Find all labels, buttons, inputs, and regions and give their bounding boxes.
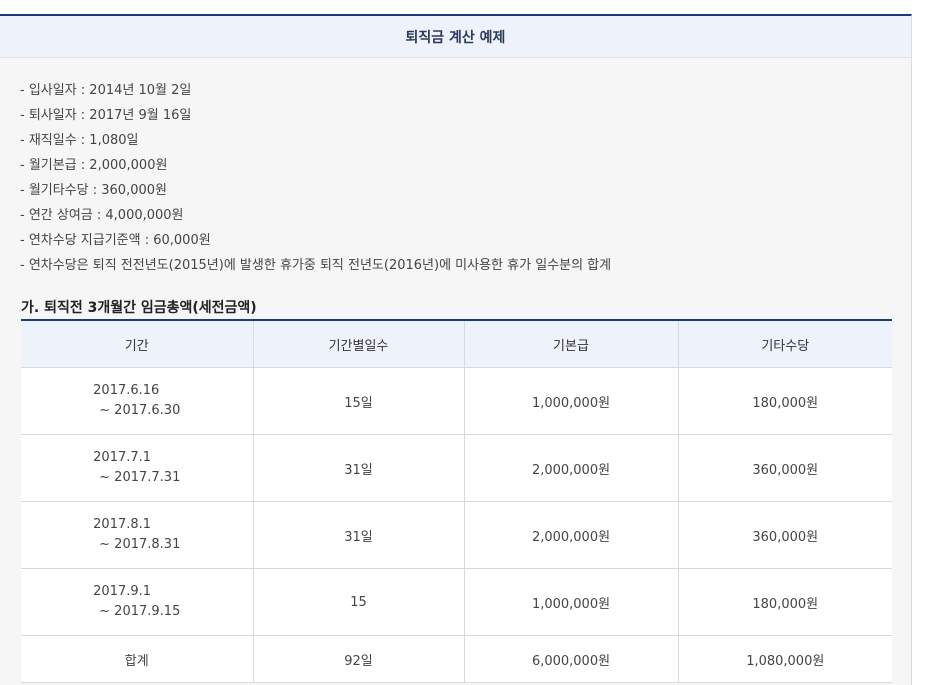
info-monthly-base: - 월기본급 : 2,000,000원: [20, 158, 168, 173]
example-panel: 퇴직금 계산 예제 - 입사일자 : 2014년 10월 2일 - 퇴사일자 :…: [0, 14, 912, 685]
table-total-row: 합계 92일 6,000,000원 1,080,000원: [21, 635, 892, 683]
info-hire-date: - 입사일자 : 2014년 10월 2일: [20, 83, 192, 98]
base-pay-cell: 1,000,000원: [464, 367, 679, 435]
period-cell: 2017.8.1 ~ 2017.8.31: [21, 501, 254, 569]
header-other-allowance: 기타수당: [678, 320, 892, 368]
header-days: 기간별일수: [253, 320, 465, 368]
info-leave-allowance-note: - 연차수당은 퇴직 전전년도(2015년)에 발생한 휴가중 퇴직 전년도(2…: [20, 258, 612, 273]
wage-table: 기간 기간별일수 기본급 기타수당 2017.6.16 ~ 2017.6.30 1…: [21, 319, 892, 683]
info-monthly-other: - 월기타수당 : 360,000원: [20, 183, 167, 198]
days-cell: 31일: [253, 501, 465, 569]
days-cell: 31일: [253, 434, 465, 502]
base-pay-cell: 2,000,000원: [464, 434, 679, 502]
period-end: ~ 2017.9.15: [99, 604, 181, 619]
table-row: 2017.9.1 ~ 2017.9.15 15 1,000,000원 180,00…: [21, 568, 892, 636]
table-row: 2017.7.1 ~ 2017.7.31 31일 2,000,000원 360,0…: [21, 434, 892, 502]
total-other-allowance: 1,080,000원: [678, 635, 892, 683]
period-start: 2017.6.16: [93, 383, 160, 398]
other-allowance-cell: 360,000원: [678, 501, 892, 569]
base-pay-cell: 1,000,000원: [464, 568, 679, 636]
section-title: 가. 퇴직전 3개월간 임금총액(세전금액): [21, 300, 257, 316]
period-cell: 2017.9.1 ~ 2017.9.15: [21, 568, 254, 636]
period-cell: 2017.6.16 ~ 2017.6.30: [21, 367, 254, 435]
info-annual-bonus: - 연간 상여금 : 4,000,000원: [20, 208, 184, 223]
period-start: 2017.7.1: [93, 450, 152, 465]
info-leave-allowance-base: - 연차수당 지급기준액 : 60,000원: [20, 233, 211, 248]
table-row: 2017.8.1 ~ 2017.8.31 31일 2,000,000원 360,0…: [21, 501, 892, 569]
period-end: ~ 2017.8.31: [99, 537, 181, 552]
info-list: - 입사일자 : 2014년 10월 2일 - 퇴사일자 : 2017년 9월 …: [20, 78, 611, 278]
period-end: ~ 2017.6.30: [99, 403, 181, 418]
info-resign-date: - 퇴사일자 : 2017년 9월 16일: [20, 108, 192, 123]
total-base-pay: 6,000,000원: [464, 635, 679, 683]
table-row: 2017.6.16 ~ 2017.6.30 15일 1,000,000원 180,…: [21, 367, 892, 435]
panel-title: 퇴직금 계산 예제: [0, 16, 911, 58]
period-cell: 2017.7.1 ~ 2017.7.31: [21, 434, 254, 502]
period-start: 2017.9.1: [93, 584, 152, 599]
period-end: ~ 2017.7.31: [99, 470, 181, 485]
other-allowance-cell: 360,000원: [678, 434, 892, 502]
total-days: 92일: [253, 635, 465, 683]
total-label: 합계: [21, 635, 254, 683]
info-service-days: - 재직일수 : 1,080일: [20, 133, 139, 148]
days-cell: 15일: [253, 367, 465, 435]
days-cell: 15: [253, 568, 465, 636]
table-header-row: 기간 기간별일수 기본급 기타수당: [21, 320, 892, 368]
other-allowance-cell: 180,000원: [678, 367, 892, 435]
header-period: 기간: [21, 320, 254, 368]
other-allowance-cell: 180,000원: [678, 568, 892, 636]
period-start: 2017.8.1: [93, 517, 152, 532]
header-base-pay: 기본급: [464, 320, 679, 368]
base-pay-cell: 2,000,000원: [464, 501, 679, 569]
